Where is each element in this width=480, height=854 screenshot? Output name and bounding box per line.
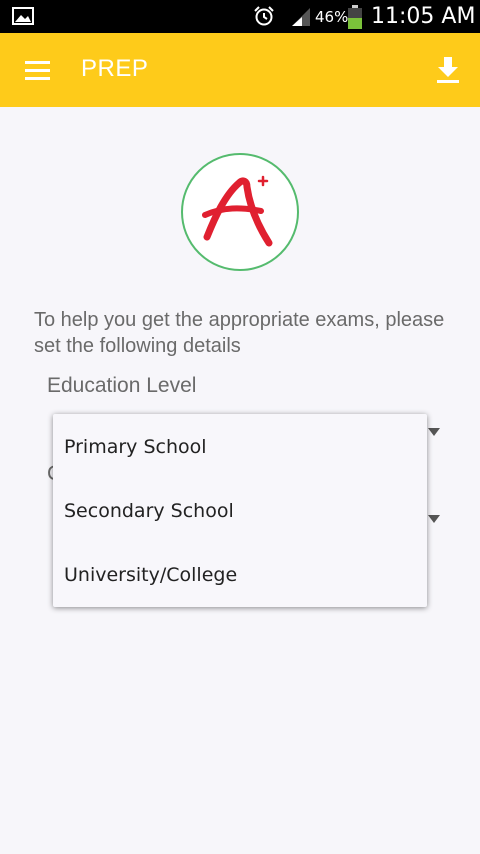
app-bar: PREP	[0, 33, 480, 107]
signal-icon	[292, 8, 310, 26]
education-level-label: Education Level	[47, 374, 197, 397]
dropdown-option-primary-school[interactable]: Primary School	[53, 415, 427, 479]
a-plus-logo-icon	[202, 175, 273, 247]
menu-icon[interactable]	[25, 61, 50, 80]
status-bar: 46% 11:05 AM	[0, 0, 480, 33]
clock: 11:05 AM	[371, 4, 476, 29]
dropdown-option-university-college[interactable]: University/College	[53, 543, 427, 607]
education-level-dropdown: Primary School Secondary School Universi…	[53, 414, 427, 607]
image-icon	[12, 7, 34, 25]
dropdown-option-label: Primary School	[64, 436, 207, 458]
dropdown-option-secondary-school[interactable]: Secondary School	[53, 479, 427, 543]
intro-text: To help you get the appropriate exams, p…	[34, 309, 445, 357]
second-spinner-arrow-icon[interactable]	[428, 515, 440, 523]
app-logo	[181, 153, 299, 271]
battery-percent: 46%	[315, 8, 349, 26]
app-title: PREP	[81, 55, 149, 82]
alarm-icon	[254, 6, 274, 26]
download-icon[interactable]	[437, 57, 459, 83]
battery-icon	[348, 5, 362, 29]
dropdown-option-label: University/College	[64, 564, 238, 586]
dropdown-option-label: Secondary School	[64, 500, 234, 522]
education-spinner-arrow-icon[interactable]	[428, 428, 440, 436]
